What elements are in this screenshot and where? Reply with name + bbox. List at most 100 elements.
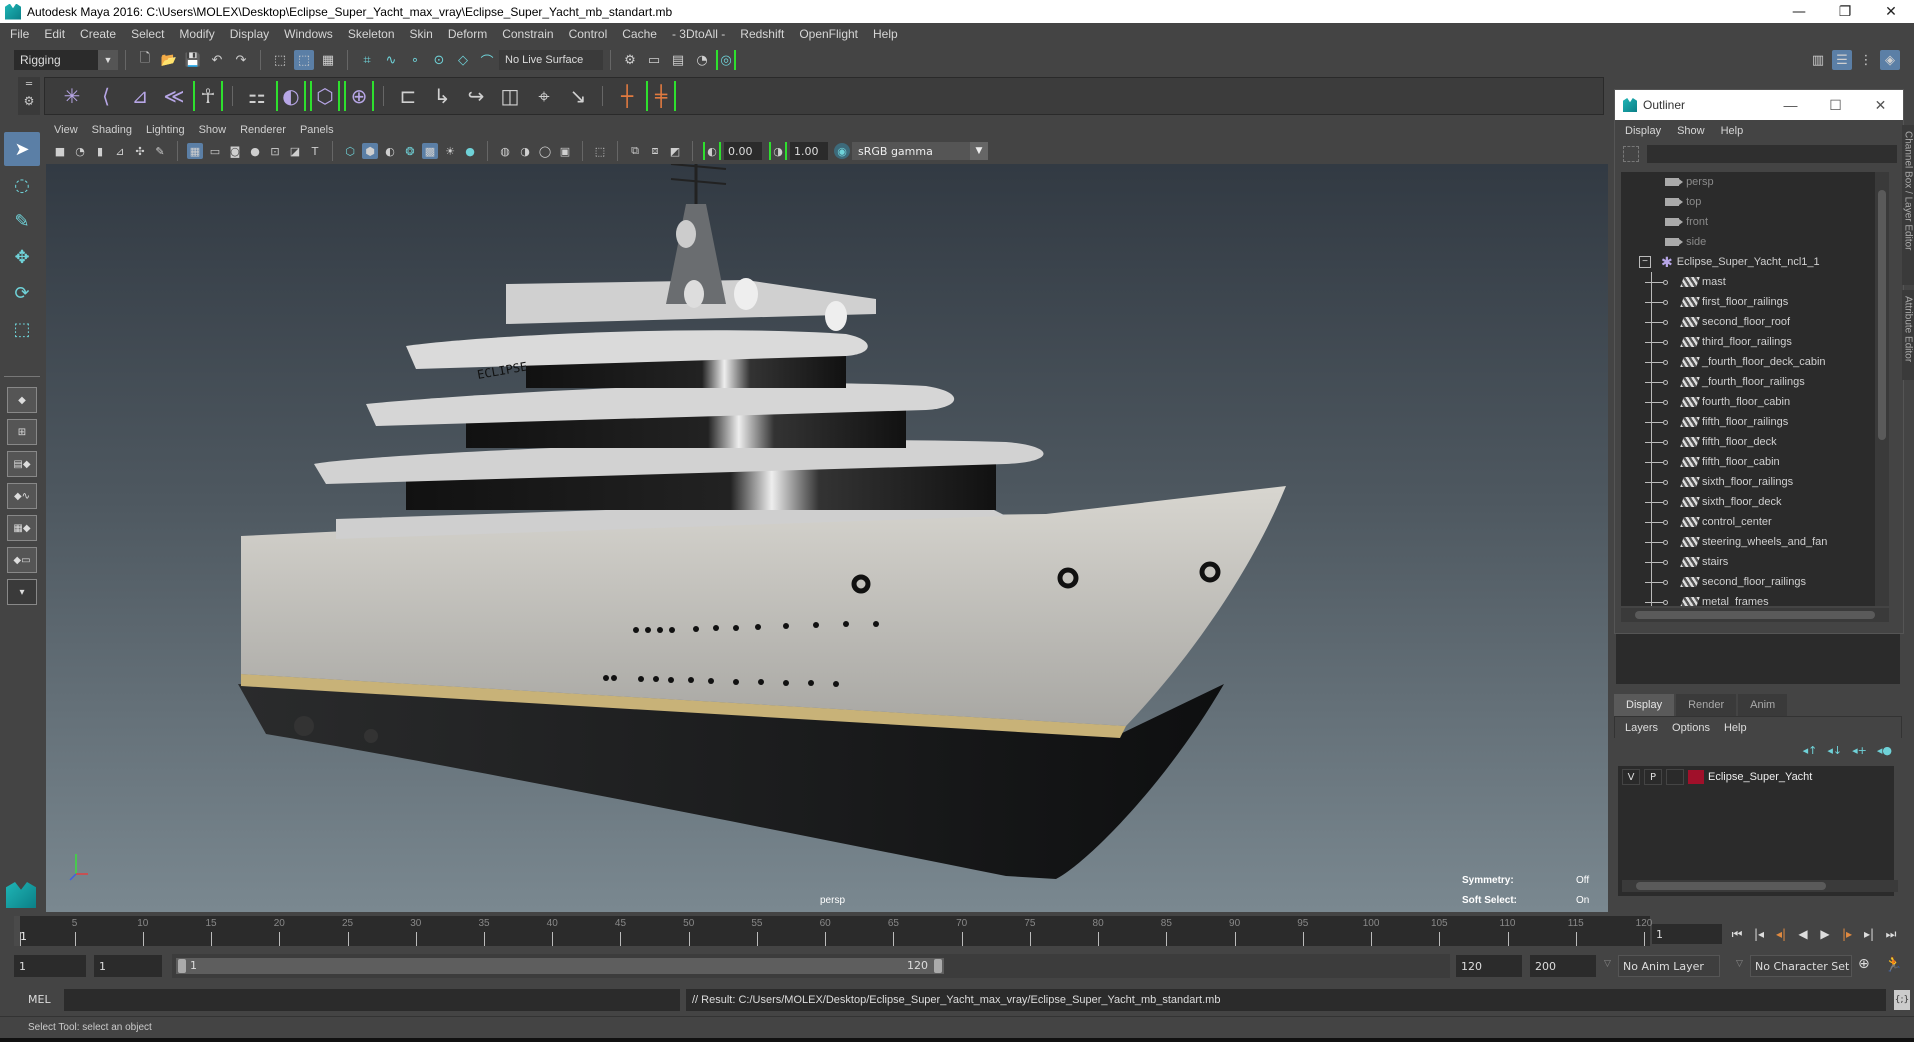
menu-file[interactable]: File [10, 27, 29, 41]
tab-attribute-editor[interactable]: Attribute Editor [1902, 290, 1914, 380]
tree-item-mesh[interactable]: fourth_floor_cabin [1621, 392, 1889, 412]
gate-mask-icon[interactable]: ● [247, 143, 263, 159]
select-hierarchy-icon[interactable]: ⬚ [270, 50, 290, 70]
parent-constraint-icon[interactable]: ⊏ [393, 81, 423, 111]
move-tool-icon[interactable]: ✥ [4, 240, 40, 274]
two-d-pan-zoom-icon[interactable]: ✣ [132, 143, 148, 159]
save-scene-icon[interactable]: 💾 [183, 50, 203, 70]
tree-item-mesh[interactable]: _fourth_floor_deck_cabin [1621, 352, 1889, 372]
aim-constraint-icon[interactable]: ⌖ [529, 81, 559, 111]
step-back-key-icon[interactable]: |◂ [1748, 924, 1770, 944]
minimize-button[interactable]: — [1776, 0, 1822, 23]
move-layer-down-icon[interactable]: ◂↓ [1827, 744, 1842, 757]
tree-item-camera[interactable]: top [1621, 192, 1889, 212]
outliner-search-input[interactable] [1647, 145, 1897, 163]
undo-icon[interactable]: ↶ [207, 50, 227, 70]
outliner-persp-layout-icon[interactable]: ▤◆ [7, 451, 37, 477]
collapse-icon[interactable]: − [1639, 256, 1651, 268]
menu-create[interactable]: Create [80, 27, 116, 41]
new-layer-icon[interactable]: ◂+ [1852, 744, 1867, 757]
smooth-shade-icon[interactable]: ⬢ [362, 143, 378, 159]
select-camera-icon[interactable]: ■ [52, 143, 68, 159]
menu-set-dropdown[interactable]: Rigging ▼ [14, 50, 118, 70]
depth-of-field-icon[interactable]: ▣ [557, 143, 573, 159]
set-driven-key-icon[interactable]: ╪ [646, 81, 676, 111]
tree-item-group[interactable]: − ✱ Eclipse_Super_Yacht_ncl1_1 [1621, 252, 1889, 272]
layer-playback-toggle[interactable]: P [1644, 769, 1662, 785]
grid-toggle-icon[interactable]: ▦ [187, 143, 203, 159]
outliner-vertical-scrollbar[interactable] [1875, 172, 1889, 606]
snap-view-plane-icon[interactable]: ⊙ [429, 50, 449, 70]
xray-active-components-icon[interactable]: ⧈ [647, 143, 663, 159]
render-settings-icon[interactable]: ⚙ [620, 50, 640, 70]
tab-display-layers[interactable]: Display [1614, 694, 1675, 716]
outliner-maximize-button[interactable]: ☐ [1813, 90, 1858, 120]
panel-menu-panels[interactable]: Panels [300, 124, 334, 136]
use-all-lights-icon[interactable]: ☀ [442, 143, 458, 159]
default-material-icon[interactable]: ◐ [382, 143, 398, 159]
exposure-icon[interactable]: ◐ [703, 142, 721, 160]
current-frame-field[interactable]: 1 [1652, 924, 1722, 944]
view-transform-dropdown[interactable]: sRGB gamma ▼ [852, 142, 988, 160]
shelf-tabs-menu[interactable]: ═ ⚙ [18, 77, 40, 115]
menu-skin[interactable]: Skin [410, 27, 433, 41]
motion-blur-icon[interactable]: ◑ [517, 143, 533, 159]
attribute-editor-toggle-icon[interactable]: ☰ [1832, 50, 1852, 70]
wireframe-icon[interactable]: ⬡ [342, 143, 358, 159]
scale-constraint-icon[interactable]: ◫ [495, 81, 525, 111]
field-chart-icon[interactable]: ⊡ [267, 143, 283, 159]
time-slider-track[interactable]: 1 5 10 15 20 25 30 35 40 45 50 55 60 65 70 75 80 85 90 95 1… [14, 916, 1652, 946]
graph-persp-layout-icon[interactable]: ◆∿ [7, 483, 37, 509]
tree-item-mesh[interactable]: stairs [1621, 552, 1889, 572]
layer-color-swatch[interactable] [1688, 770, 1704, 784]
animation-start-field[interactable]: 1 [14, 955, 86, 977]
screen-space-ao-icon[interactable]: ◍ [497, 143, 513, 159]
tree-item-mesh[interactable]: steering_wheels_and_fan [1621, 532, 1889, 552]
menu-constrain[interactable]: Constrain [502, 27, 553, 41]
four-view-layout-icon[interactable]: ⊞ [7, 419, 37, 445]
resolution-gate-icon[interactable]: ◙ [227, 143, 243, 159]
layer-menu-help[interactable]: Help [1724, 722, 1747, 734]
joint-tool-icon[interactable]: ✳ [57, 81, 87, 111]
paint-select-tool-icon[interactable]: ✎ [4, 204, 40, 238]
rotate-tool-icon[interactable]: ⟳ [4, 276, 40, 310]
tree-item-mesh[interactable]: second_floor_railings [1621, 572, 1889, 592]
snap-curve-icon[interactable]: ∿ [381, 50, 401, 70]
step-back-frame-icon[interactable]: ◂| [1770, 924, 1792, 944]
menu-redshift[interactable]: Redshift [740, 27, 784, 41]
tree-item-mesh[interactable]: sixth_floor_railings [1621, 472, 1889, 492]
redo-icon[interactable]: ↷ [231, 50, 251, 70]
layer-menu-layers[interactable]: Layers [1625, 722, 1658, 734]
bind-skin-icon[interactable]: ◐ [276, 81, 306, 111]
tree-item-mesh[interactable]: second_floor_roof [1621, 312, 1889, 332]
quick-rig-icon[interactable]: ☥ [193, 81, 223, 111]
shelf-menu-icon[interactable]: ═ [18, 77, 40, 93]
character-set-dropdown[interactable]: No Character Set [1750, 955, 1852, 977]
anim-layer-dropdown[interactable]: No Anim Layer [1618, 955, 1720, 977]
snap-point-icon[interactable]: ∘ [405, 50, 425, 70]
panel-menu-renderer[interactable]: Renderer [240, 124, 286, 136]
layer-visibility-toggle[interactable]: V [1622, 769, 1640, 785]
playback-end-field[interactable]: 120 [1456, 955, 1522, 977]
close-button[interactable]: ✕ [1868, 0, 1914, 23]
shadows-icon[interactable]: ● [462, 143, 478, 159]
tree-item-mesh[interactable]: fifth_floor_railings [1621, 412, 1889, 432]
panel-menu-show[interactable]: Show [199, 124, 227, 136]
outliner-menu-show[interactable]: Show [1677, 125, 1705, 137]
go-to-end-icon[interactable]: ⏭ [1880, 924, 1902, 944]
persp-graph-outliner-layout-icon[interactable]: ◆▭ [7, 547, 37, 573]
animation-preferences-icon[interactable]: 🏃 [1884, 955, 1903, 973]
auto-keyframe-icon[interactable]: ⊕ [1858, 956, 1870, 972]
grease-pencil-icon[interactable]: ✎ [152, 143, 168, 159]
point-constraint-icon[interactable]: ↳ [427, 81, 457, 111]
tree-item-mesh[interactable]: fifth_floor_deck [1621, 432, 1889, 452]
shelf-settings-gear-icon[interactable]: ⚙ [18, 93, 40, 109]
ipr-render-icon[interactable]: ▤ [668, 50, 688, 70]
render-view-icon[interactable]: ◔ [692, 50, 712, 70]
outliner-horizontal-scrollbar[interactable] [1621, 608, 1889, 622]
select-component-icon[interactable]: ▦ [318, 50, 338, 70]
gamma-icon[interactable]: ◑ [769, 142, 787, 160]
isolate-select-icon[interactable]: ⬚ [592, 143, 608, 159]
live-surface-field[interactable]: No Live Surface [499, 50, 603, 70]
render-frame-icon[interactable]: ▭ [644, 50, 664, 70]
